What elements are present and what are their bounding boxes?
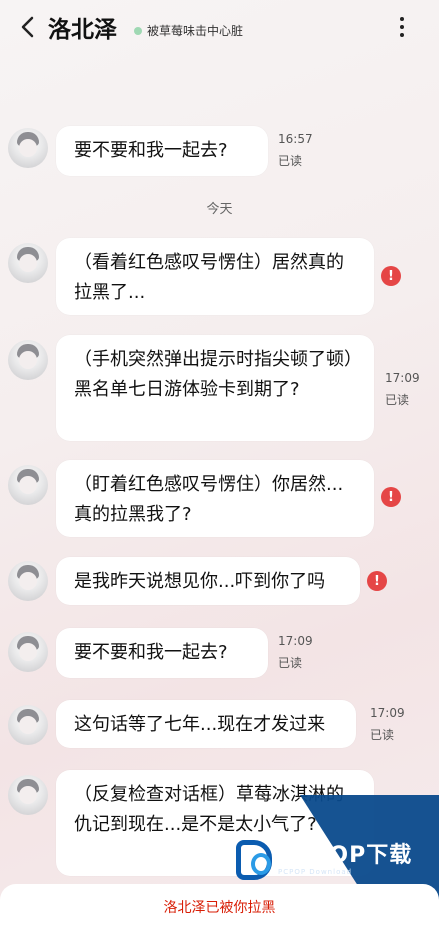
message-bubble[interactable]: （盯着红色感叹号愣住）你居然...真的拉黑我了? (56, 460, 374, 537)
avatar[interactable] (8, 775, 48, 815)
more-vertical-icon[interactable] (392, 14, 412, 40)
message-time: 17:09 (385, 371, 420, 385)
watermark-p-icon (236, 840, 272, 880)
message-meta: 17:09 已读 (385, 369, 420, 409)
watermark-text: PCPOP下载 PCPOP Download (278, 843, 413, 877)
avatar[interactable] (8, 243, 48, 283)
avatar[interactable] (8, 632, 48, 672)
status-text: 被草莓味击中心脏 (147, 24, 244, 38)
avatar[interactable] (8, 465, 48, 505)
contact-name: 洛北泽 (48, 17, 117, 43)
avatar[interactable] (8, 128, 48, 168)
date-divider: 今天 (206, 202, 233, 217)
blocked-notice: 洛北泽已被你拉黑 (0, 884, 439, 930)
warning-icon[interactable]: ! (381, 266, 401, 286)
message-meta: 17:09 已读 (370, 704, 405, 744)
read-receipt: 已读 (385, 393, 410, 407)
watermark-logo: PCPOP下载 PCPOP Download (236, 840, 412, 880)
watermark-sub: PCPOP Download (278, 868, 353, 876)
online-dot-icon (134, 26, 142, 35)
message-bubble[interactable]: （看着红色感叹号愣住）居然真的拉黑了... (56, 238, 374, 315)
avatar[interactable] (8, 340, 48, 380)
chat-header: 洛北泽 被草莓味击中心脏 (0, 0, 439, 56)
message-meta: 17:09 已读 (278, 632, 313, 672)
warning-icon[interactable]: ! (381, 487, 401, 507)
message-bubble[interactable]: 是我昨天说想见你...吓到你了吗 (56, 557, 360, 605)
message-meta: 16:57 已读 (278, 130, 313, 170)
message-bubble[interactable]: 要不要和我一起去? (56, 628, 268, 678)
message-time: 17:09 (370, 706, 405, 720)
message-bubble[interactable]: （手机突然弹出提示时指尖顿了顿）黑名单七日游体验卡到期了? (56, 335, 374, 441)
read-receipt: 已读 (370, 728, 395, 742)
avatar[interactable] (8, 705, 48, 745)
read-receipt: 已读 (278, 154, 303, 168)
back-arrow-icon[interactable] (16, 13, 38, 41)
watermark-main: PCPOP下载 (278, 843, 413, 868)
message-bubble[interactable]: 要不要和我一起去? (56, 126, 268, 176)
warning-icon[interactable]: ! (367, 571, 387, 591)
message-bubble[interactable]: 这句话等了七年...现在才发过来 (56, 700, 356, 748)
read-receipt: 已读 (278, 656, 303, 670)
message-time: 16:57 (278, 132, 313, 146)
contact-status: 被草莓味击中心脏 (134, 22, 243, 39)
avatar[interactable] (8, 561, 48, 601)
message-time: 17:09 (278, 634, 313, 648)
